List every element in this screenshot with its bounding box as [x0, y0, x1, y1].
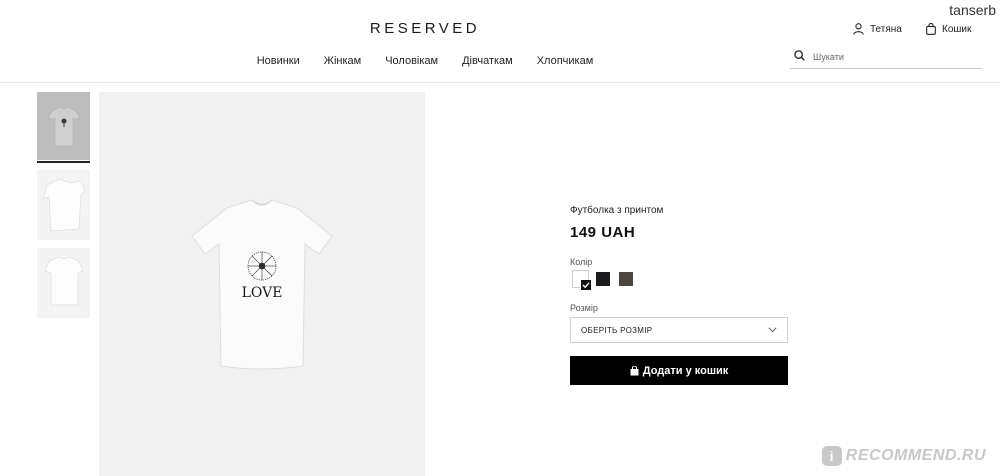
active-thumbnail-indicator	[37, 161, 90, 163]
cart-link[interactable]: Кошик	[926, 23, 971, 35]
color-label: Колір	[570, 257, 593, 267]
thumbnail-tshirt-image	[41, 178, 85, 232]
cart-label: Кошик	[942, 23, 972, 35]
bag-icon	[926, 23, 936, 35]
selected-swatch-check	[580, 279, 591, 291]
search-input[interactable]	[813, 52, 973, 62]
watermark-badge: i	[821, 446, 842, 466]
add-to-cart-label: Додати у кошик	[642, 364, 729, 377]
main-nav: Новинки Жінкам Чоловікам Дівчаткам Хлопч…	[0, 55, 850, 67]
dandelion-print	[247, 251, 277, 281]
product-price: 149 UAH	[570, 224, 636, 241]
nav-item-men[interactable]: Чоловікам	[385, 55, 438, 67]
watermark-text: RECOMMEND.RU	[845, 447, 986, 464]
search-bar	[790, 46, 982, 69]
product-thumbnail-1[interactable]	[37, 92, 90, 160]
bag-icon	[630, 365, 639, 376]
product-main-image[interactable]: LOVE	[99, 92, 425, 476]
nav-item-girls[interactable]: Дівчаткам	[462, 55, 513, 67]
add-to-cart-button[interactable]: Додати у кошик	[570, 356, 788, 385]
thumbnail-tshirt-image	[47, 106, 80, 147]
site-watermark: i RECOMMEND.RU	[821, 446, 986, 466]
color-swatch-khaki[interactable]	[619, 272, 633, 286]
size-label: Розмір	[570, 303, 598, 313]
tshirt-image: LOVE	[191, 199, 333, 370]
print-text: LOVE	[242, 285, 283, 301]
nav-item-new[interactable]: Новинки	[257, 55, 300, 67]
user-icon	[853, 23, 864, 35]
watermark-username: tanserb	[949, 2, 996, 18]
brand-logo[interactable]: RESERVED	[0, 20, 850, 37]
nav-item-women[interactable]: Жінкам	[324, 55, 361, 67]
size-select-value: ОБЕРІТЬ РОЗМІР	[581, 325, 653, 335]
product-name: Футболка з принтом	[570, 205, 664, 216]
account-label: Тетяна	[870, 23, 902, 35]
search-icon[interactable]	[790, 48, 805, 66]
product-thumbnail-2[interactable]	[37, 170, 90, 240]
account-link[interactable]: Тетяна	[853, 23, 902, 35]
check-icon	[580, 277, 591, 295]
thumbnail-tshirt-image	[44, 256, 83, 306]
chevron-down-icon	[768, 326, 777, 335]
nav-item-boys[interactable]: Хлопчикам	[537, 55, 594, 67]
color-swatch-black[interactable]	[596, 272, 610, 286]
size-select[interactable]: ОБЕРІТЬ РОЗМІР	[570, 317, 788, 343]
header-divider	[0, 82, 1000, 83]
product-thumbnail-3[interactable]	[37, 248, 90, 318]
